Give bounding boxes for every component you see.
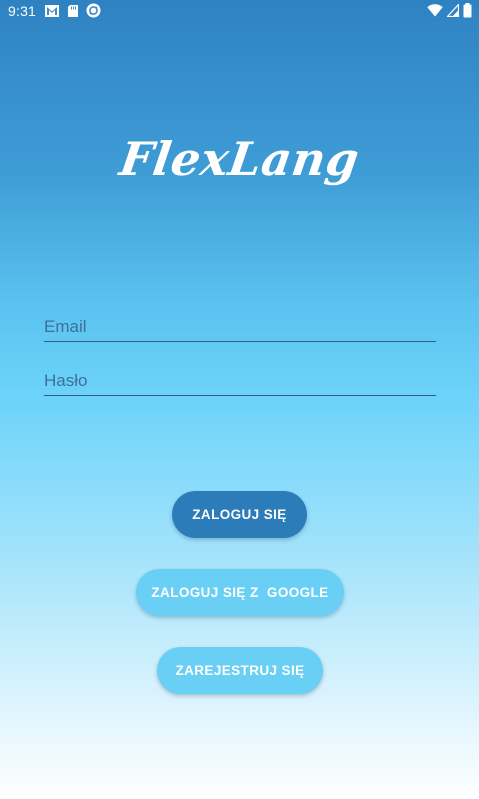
status-bar: 9:31 [0,0,479,24]
battery-icon [463,3,472,18]
sd-card-icon [68,4,78,17]
google-login-button[interactable]: ZALOGUJ SIĘ Z GOOGLE [136,569,344,616]
email-input[interactable] [44,317,436,337]
app-logo: FlexLang [116,132,363,186]
notification-icons [44,3,101,18]
password-field[interactable] [44,363,436,396]
signal-icon [447,4,459,17]
gmail-icon [45,4,59,17]
sync-icon [86,3,101,18]
system-icons [427,3,472,18]
email-field[interactable] [44,309,436,342]
wifi-icon [427,4,443,17]
status-time: 9:31 [8,3,37,19]
password-input[interactable] [44,371,436,391]
register-button[interactable]: ZAREJESTRUJ SIĘ [157,647,323,694]
login-button[interactable]: ZALOGUJ SIĘ [172,491,307,538]
